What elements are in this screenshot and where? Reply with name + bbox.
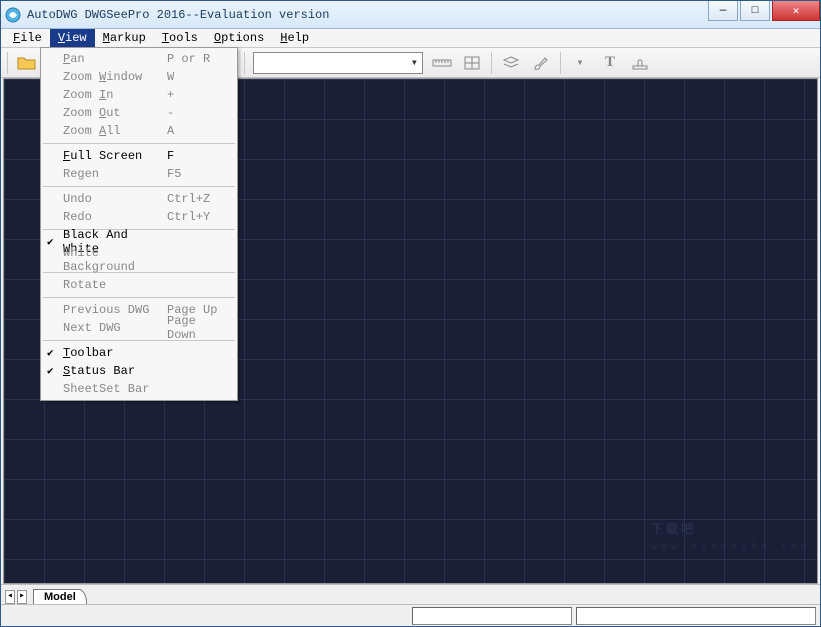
menu-item-next-dwg[interactable]: Next DWGPage Down <box>41 319 237 337</box>
menu-separator <box>43 297 235 298</box>
menubar: FileViewMarkupToolsOptionsHelp <box>1 29 820 48</box>
menu-item-full-screen[interactable]: Full ScreenF <box>41 147 237 165</box>
status-pane-1 <box>412 607 572 625</box>
layers-icon[interactable] <box>500 52 522 74</box>
menu-item-redo[interactable]: RedoCtrl+Y <box>41 208 237 226</box>
menu-separator <box>43 143 235 144</box>
tab-prev-button[interactable]: ◂ <box>5 590 15 604</box>
brush-icon[interactable] <box>530 52 552 74</box>
tab-next-button[interactable]: ▸ <box>17 590 27 604</box>
menu-item-undo[interactable]: UndoCtrl+Z <box>41 190 237 208</box>
toolbar-separator <box>244 52 245 74</box>
view-menu-dropdown: PanP or RZoom WindowWZoom In+Zoom Out-Zo… <box>40 47 238 401</box>
measure-area-icon[interactable] <box>461 52 483 74</box>
titlebar: AutoDWG DWGSeePro 2016--Evaluation versi… <box>1 1 820 29</box>
open-file-icon[interactable] <box>16 52 38 74</box>
menu-view[interactable]: View <box>50 29 95 47</box>
menu-item-toolbar[interactable]: ✔Toolbar <box>41 344 237 362</box>
arrow-down-icon[interactable]: ▾ <box>569 52 591 74</box>
menu-item-white-background[interactable]: White Background <box>41 251 237 269</box>
stamp-icon[interactable] <box>629 52 651 74</box>
tab-nav: ◂ ▸ <box>5 590 27 604</box>
menu-item-regen[interactable]: RegenF5 <box>41 165 237 183</box>
close-button[interactable]: ✕ <box>772 1 820 21</box>
toolbar-separator <box>560 52 561 74</box>
menu-item-zoom-window[interactable]: Zoom WindowW <box>41 68 237 86</box>
menu-item-rotate[interactable]: Rotate <box>41 276 237 294</box>
tab-model[interactable]: Model <box>33 589 87 604</box>
menu-item-zoom-in[interactable]: Zoom In+ <box>41 86 237 104</box>
window-controls: — □ ✕ <box>708 1 820 21</box>
window-title: AutoDWG DWGSeePro 2016--Evaluation versi… <box>27 8 816 22</box>
model-tabs-row: ◂ ▸ Model <box>1 584 820 604</box>
menu-item-pan[interactable]: PanP or R <box>41 50 237 68</box>
menu-item-zoom-all[interactable]: Zoom AllA <box>41 122 237 140</box>
menu-file[interactable]: File <box>5 29 50 47</box>
menu-item-zoom-out[interactable]: Zoom Out- <box>41 104 237 122</box>
menu-tools[interactable]: Tools <box>154 29 206 47</box>
measure-icon[interactable] <box>431 52 453 74</box>
minimize-button[interactable]: — <box>708 1 738 21</box>
toolbar-separator <box>7 52 8 74</box>
menu-help[interactable]: Help <box>272 29 317 47</box>
menu-markup[interactable]: Markup <box>95 29 154 47</box>
status-pane-2 <box>576 607 816 625</box>
menu-item-status-bar[interactable]: ✔Status Bar <box>41 362 237 380</box>
app-icon <box>5 7 21 23</box>
toolbar-separator <box>491 52 492 74</box>
statusbar <box>1 604 820 626</box>
watermark: 下载吧 www.xiazaiba.com <box>651 511 811 553</box>
text-icon[interactable]: T <box>599 52 621 74</box>
layer-combo[interactable] <box>253 52 423 74</box>
menu-item-sheetset-bar[interactable]: SheetSet Bar <box>41 380 237 398</box>
menu-separator <box>43 186 235 187</box>
maximize-button[interactable]: □ <box>740 1 770 21</box>
menu-options[interactable]: Options <box>206 29 272 47</box>
